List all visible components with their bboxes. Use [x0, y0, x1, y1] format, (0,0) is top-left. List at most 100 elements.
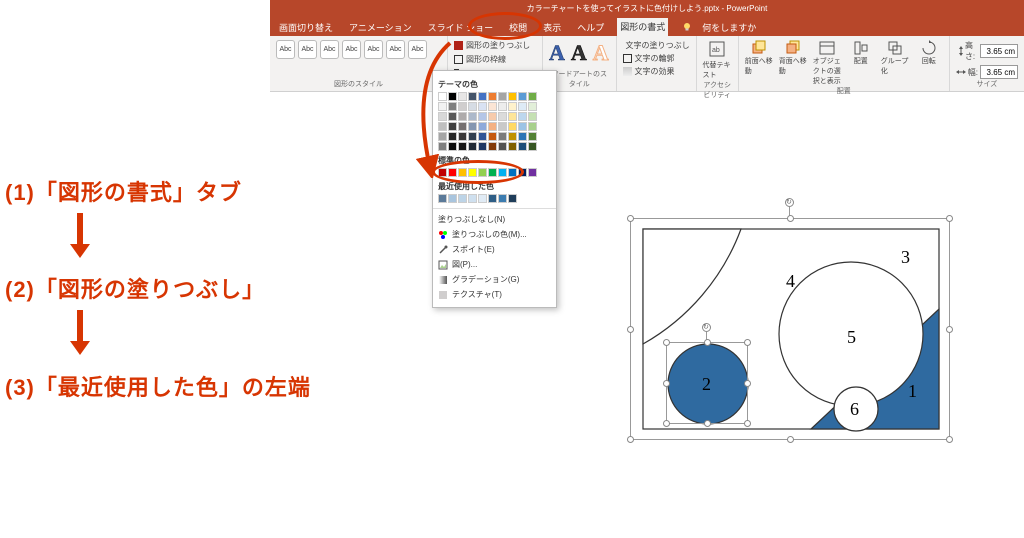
theme-color-swatch[interactable]	[508, 142, 517, 151]
theme-color-swatch[interactable]	[528, 132, 537, 141]
tab-transitions[interactable]: 画面切り替え	[276, 21, 336, 34]
theme-color-swatch[interactable]	[508, 102, 517, 111]
theme-color-swatch[interactable]	[458, 122, 467, 131]
theme-color-swatch[interactable]	[518, 102, 527, 111]
shape-style-thumb[interactable]: Abc	[276, 40, 295, 59]
theme-color-swatch[interactable]	[448, 122, 457, 131]
eyedropper-item[interactable]: スポイト(E)	[438, 242, 551, 257]
resize-handle[interactable]	[744, 339, 751, 346]
theme-color-swatch[interactable]	[458, 112, 467, 121]
theme-color-swatch[interactable]	[478, 122, 487, 131]
theme-color-swatch[interactable]	[448, 102, 457, 111]
theme-color-swatch[interactable]	[518, 92, 527, 101]
resize-handle[interactable]	[744, 380, 751, 387]
align-button[interactable]: 配置	[847, 40, 875, 86]
bring-forward-button[interactable]: 前面へ移動	[745, 40, 773, 86]
theme-color-swatch[interactable]	[438, 102, 447, 111]
shape-style-thumb[interactable]: Abc	[408, 40, 427, 59]
theme-color-swatch[interactable]	[478, 142, 487, 151]
theme-color-swatch[interactable]	[528, 112, 537, 121]
tab-view[interactable]: 表示	[540, 21, 564, 34]
theme-color-swatch[interactable]	[438, 132, 447, 141]
theme-color-swatch[interactable]	[478, 102, 487, 111]
theme-color-swatch[interactable]	[498, 132, 507, 141]
theme-color-swatch[interactable]	[518, 132, 527, 141]
shape-outline-button[interactable]: 図形の枠線	[454, 54, 536, 65]
rotate-button[interactable]: 回転	[915, 40, 943, 86]
shape-style-thumb[interactable]: Abc	[386, 40, 405, 59]
theme-color-swatch[interactable]	[448, 132, 457, 141]
tab-help[interactable]: ヘルプ	[574, 21, 607, 34]
more-colors-item[interactable]: 塗りつぶしの色(M)...	[438, 227, 551, 242]
inner-selection-frame[interactable]	[666, 342, 748, 424]
resize-handle[interactable]	[744, 420, 751, 427]
wordart-style-a2[interactable]: A	[571, 40, 587, 66]
theme-color-swatch[interactable]	[468, 102, 477, 111]
tell-me-text[interactable]: 何をしますか	[702, 21, 756, 34]
tab-review[interactable]: 校閲	[506, 21, 530, 34]
theme-color-swatch[interactable]	[468, 132, 477, 141]
shape-style-thumb[interactable]: Abc	[320, 40, 339, 59]
tab-slideshow[interactable]: スライド ショー	[425, 21, 497, 34]
theme-color-swatch[interactable]	[518, 122, 527, 131]
resize-handle[interactable]	[663, 380, 670, 387]
theme-color-swatch[interactable]	[528, 142, 537, 151]
rotation-handle[interactable]	[785, 198, 794, 207]
standard-color-swatch[interactable]	[518, 168, 527, 177]
tab-animations[interactable]: アニメーション	[346, 21, 415, 34]
theme-color-swatch[interactable]	[518, 142, 527, 151]
recent-color-swatch[interactable]	[468, 194, 477, 203]
theme-color-swatch[interactable]	[458, 92, 467, 101]
theme-color-swatch[interactable]	[478, 92, 487, 101]
recent-color-swatch[interactable]	[438, 194, 447, 203]
shape-style-thumb[interactable]: Abc	[342, 40, 361, 59]
theme-color-swatch[interactable]	[458, 102, 467, 111]
text-effects-button[interactable]: 文字の効果	[623, 66, 690, 77]
shape-style-thumb[interactable]: Abc	[364, 40, 383, 59]
text-fill-button[interactable]: 文字の塗りつぶし	[623, 40, 690, 51]
theme-color-swatch[interactable]	[528, 122, 537, 131]
standard-color-swatch[interactable]	[508, 168, 517, 177]
texture-item[interactable]: テクスチャ(T)	[438, 287, 551, 302]
no-fill-item[interactable]: 塗りつぶしなし(N)	[438, 212, 551, 227]
width-input[interactable]	[980, 65, 1018, 79]
recent-color-swatch[interactable]	[498, 194, 507, 203]
theme-color-swatch[interactable]	[448, 92, 457, 101]
selection-pane-button[interactable]: オブジェクトの選択と表示	[813, 40, 841, 86]
theme-color-swatch[interactable]	[438, 112, 447, 121]
theme-color-swatch[interactable]	[498, 122, 507, 131]
standard-color-swatch[interactable]	[458, 168, 467, 177]
theme-color-swatch[interactable]	[458, 142, 467, 151]
tab-shape-format[interactable]: 図形の書式	[617, 18, 668, 36]
theme-color-swatch[interactable]	[488, 112, 497, 121]
send-backward-button[interactable]: 背面へ移動	[779, 40, 807, 86]
alt-text-button[interactable]: ab 代替テキスト	[703, 40, 732, 80]
resize-handle[interactable]	[663, 339, 670, 346]
theme-color-swatch[interactable]	[448, 142, 457, 151]
shape-style-gallery[interactable]: Abc Abc Abc Abc Abc Abc Abc	[276, 40, 441, 59]
theme-color-swatch[interactable]	[498, 112, 507, 121]
standard-color-swatch[interactable]	[438, 168, 447, 177]
gradient-item[interactable]: グラデーション(G)	[438, 272, 551, 287]
picture-item[interactable]: 図(P)...	[438, 257, 551, 272]
theme-color-swatch[interactable]	[508, 132, 517, 141]
shape-fill-button[interactable]: 図形の塗りつぶし	[454, 40, 536, 51]
wordart-style-a3[interactable]: A	[593, 40, 609, 66]
recent-color-swatch[interactable]	[508, 194, 517, 203]
recent-color-swatch[interactable]	[448, 194, 457, 203]
theme-color-swatch[interactable]	[468, 122, 477, 131]
theme-color-swatch[interactable]	[528, 102, 537, 111]
theme-color-swatch[interactable]	[438, 92, 447, 101]
standard-color-swatch[interactable]	[498, 168, 507, 177]
theme-color-swatch[interactable]	[518, 112, 527, 121]
theme-color-swatch[interactable]	[498, 142, 507, 151]
theme-color-swatch[interactable]	[508, 122, 517, 131]
standard-color-swatch[interactable]	[468, 168, 477, 177]
resize-handle[interactable]	[663, 420, 670, 427]
recent-color-swatch[interactable]	[478, 194, 487, 203]
standard-color-swatch[interactable]	[528, 168, 537, 177]
resize-handle[interactable]	[704, 420, 711, 427]
theme-color-swatch[interactable]	[488, 122, 497, 131]
theme-color-swatch[interactable]	[508, 112, 517, 121]
recent-color-swatch[interactable]	[488, 194, 497, 203]
